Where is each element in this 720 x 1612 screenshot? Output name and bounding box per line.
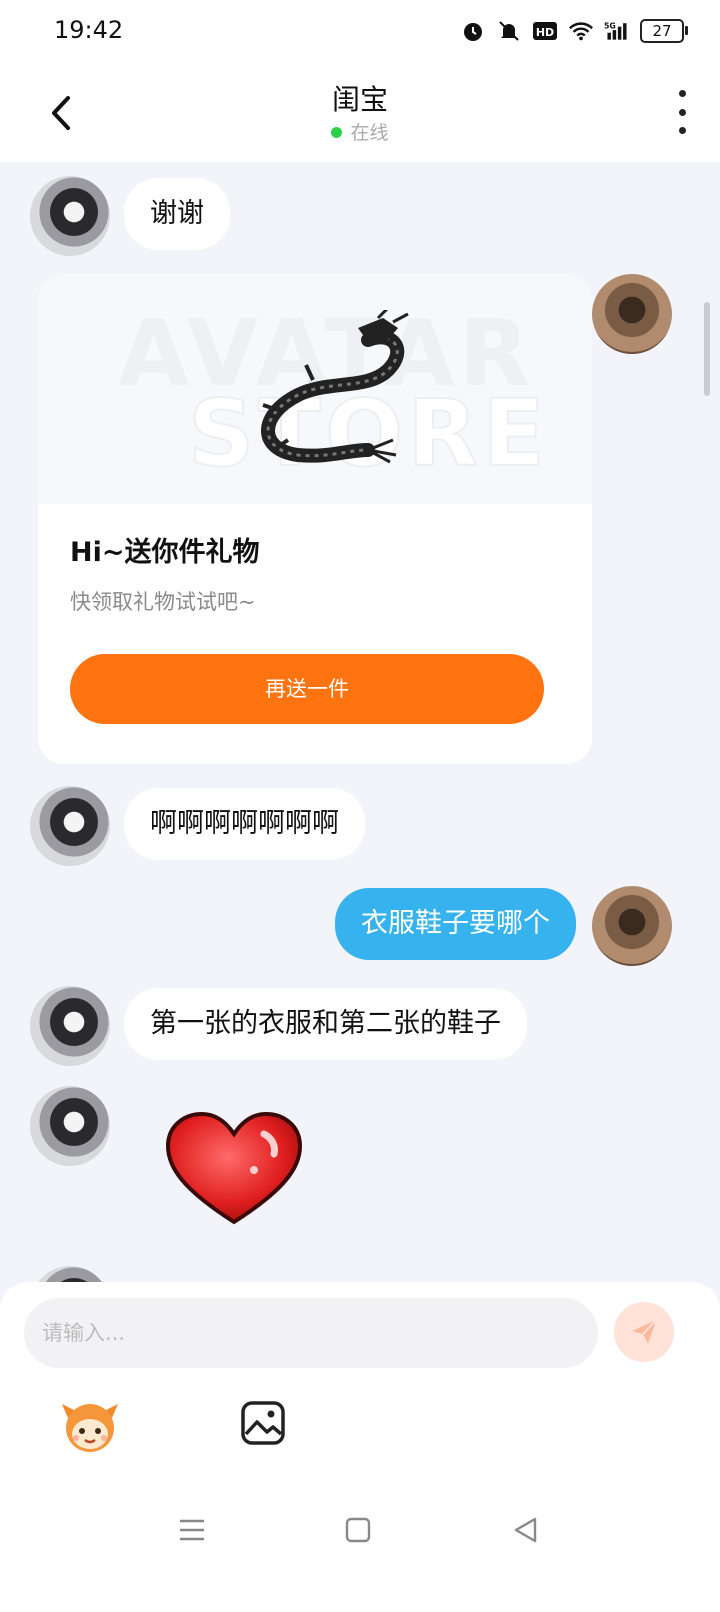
wifi-icon: [568, 18, 594, 44]
signal-5g-icon: 5G: [604, 18, 630, 44]
contact-avatar[interactable]: [30, 1086, 110, 1166]
message-bubble-outgoing[interactable]: 衣服鞋子要哪个: [335, 888, 576, 960]
mute-icon: [496, 18, 522, 44]
message-bubble-incoming[interactable]: 第一张的衣服和第二张的鞋子: [124, 988, 527, 1060]
status-time: 19:42: [54, 16, 124, 44]
message-input[interactable]: 请输入...: [24, 1298, 598, 1368]
contact-name: 闺宝: [331, 83, 388, 116]
more-vert-icon[interactable]: [674, 90, 690, 134]
message-bubble-incoming[interactable]: 啊啊啊啊啊啊啊: [124, 788, 365, 860]
message-list[interactable]: 谢谢 AVATAR STORE Hi~送你件礼物 快领取礼物试试吧~ 再送一件 …: [0, 162, 720, 1312]
contact-avatar[interactable]: [30, 176, 110, 256]
contact-avatar[interactable]: [30, 986, 110, 1066]
input-placeholder: 请输入...: [42, 1321, 126, 1345]
scrollbar[interactable]: [704, 302, 710, 396]
status-icons: HD 5G 27: [460, 18, 688, 44]
home-icon[interactable]: [342, 1514, 374, 1546]
my-avatar[interactable]: [592, 886, 672, 966]
send-icon: [632, 1319, 657, 1344]
online-label: 在线: [350, 122, 389, 144]
battery-indicator: 27: [640, 19, 688, 43]
dragon-icon: [261, 310, 409, 464]
sticker-mascot-icon[interactable]: [60, 1398, 120, 1454]
hd-icon: HD: [532, 18, 558, 44]
heart-sticker[interactable]: [164, 1110, 304, 1230]
contact-avatar[interactable]: [30, 786, 110, 866]
message-bubble-incoming[interactable]: 谢谢: [124, 178, 230, 250]
svg-text:HD: HD: [536, 26, 554, 39]
my-avatar[interactable]: [592, 274, 672, 354]
gift-subtitle: 快领取礼物试试吧~: [70, 590, 256, 614]
svg-text:5G: 5G: [604, 21, 616, 30]
online-dot: [331, 127, 343, 138]
send-another-gift-button[interactable]: 再送一件: [70, 654, 544, 724]
chat-header: 闺宝 在线: [0, 66, 720, 162]
system-nav-bar: [0, 1474, 720, 1612]
alarm-icon: [460, 18, 486, 44]
status-bar: 19:42 HD 5G 27: [0, 0, 720, 66]
image-icon[interactable]: [240, 1400, 286, 1446]
gift-image: AVATAR STORE: [38, 274, 592, 504]
menu-icon[interactable]: [176, 1514, 208, 1546]
online-status: 在线: [0, 118, 720, 145]
gift-title: Hi~送你件礼物: [70, 537, 260, 568]
gift-card[interactable]: AVATAR STORE Hi~送你件礼物 快领取礼物试试吧~ 再送一件: [38, 274, 592, 764]
send-button[interactable]: [614, 1302, 674, 1362]
back-nav-icon[interactable]: [510, 1514, 542, 1546]
